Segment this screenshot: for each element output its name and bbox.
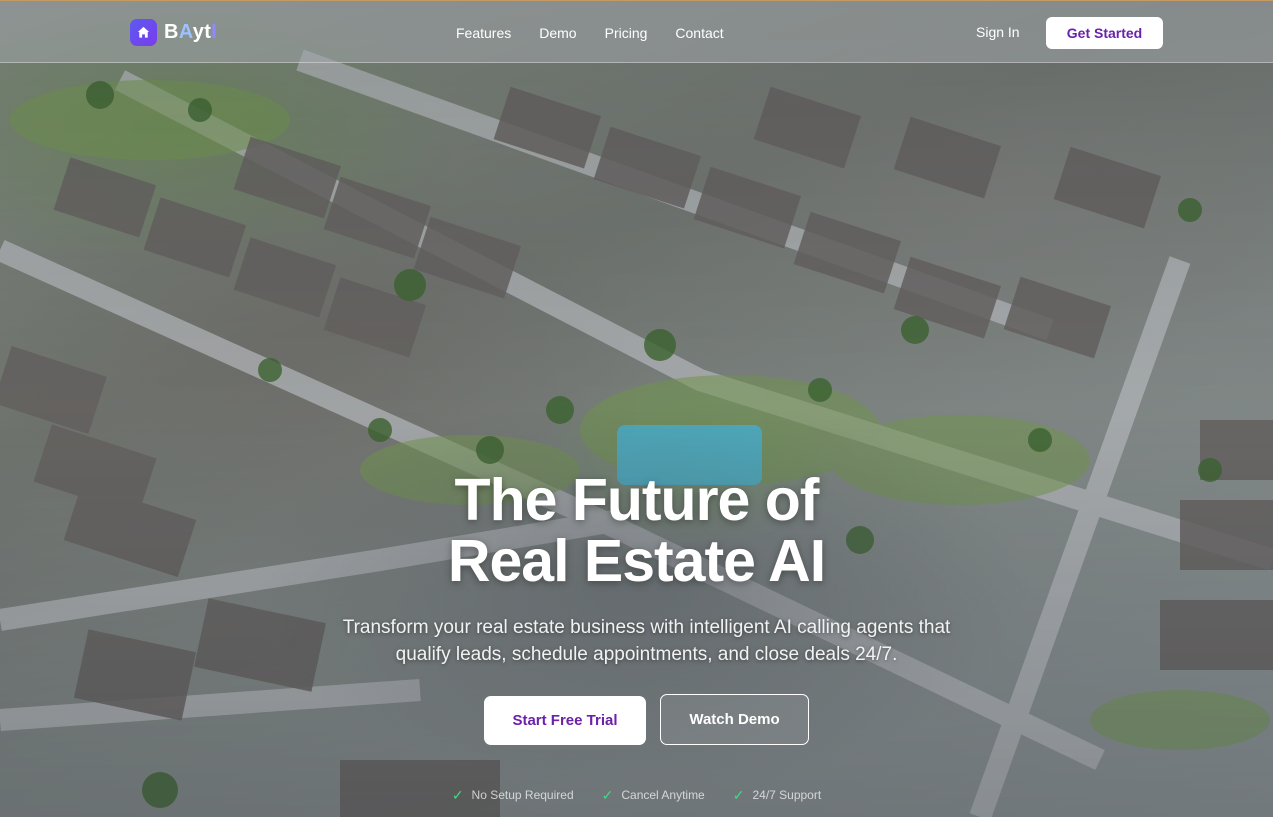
- watch-demo-button[interactable]: Watch Demo: [660, 694, 809, 745]
- nav-link-demo[interactable]: Demo: [539, 25, 576, 41]
- get-started-button[interactable]: Get Started: [1046, 17, 1163, 49]
- nav-links: Features Demo Pricing Contact: [456, 1, 752, 64]
- brand-name-part: A: [178, 21, 193, 43]
- feature-checklist: ✓ No Setup Required ✓ Cancel Anytime ✓ 2…: [0, 788, 1273, 802]
- brand-name-part: I: [211, 21, 218, 43]
- nav-link-contact[interactable]: Contact: [675, 25, 723, 41]
- hero-title-line-2: Real Estate AI: [447, 528, 826, 594]
- nav-link-pricing[interactable]: Pricing: [605, 25, 648, 41]
- check-icon: ✓: [732, 787, 745, 803]
- feature-item: ✓ 24/7 Support: [733, 788, 821, 802]
- check-icon: ✓: [451, 787, 464, 803]
- top-navbar: BAytI Features Demo Pricing Contact Sign…: [0, 0, 1273, 63]
- brand-name-part: yt: [192, 21, 212, 43]
- feature-label: 24/7 Support: [752, 788, 822, 802]
- hero-background-image: [0, 0, 1273, 817]
- check-icon: ✓: [601, 787, 614, 803]
- feature-item: ✓ Cancel Anytime: [602, 788, 705, 802]
- hero-title: The Future of Real Estate AI: [0, 470, 1273, 592]
- nav-link-features[interactable]: Features: [456, 25, 511, 41]
- feature-label: Cancel Anytime: [621, 788, 705, 802]
- brand-name-part: B: [164, 21, 179, 43]
- home-icon: [130, 19, 157, 46]
- feature-item: ✓ No Setup Required: [452, 788, 574, 802]
- start-free-trial-button[interactable]: Start Free Trial: [484, 696, 646, 745]
- sign-in-link[interactable]: Sign In: [976, 24, 1020, 40]
- hero-subtitle: Transform your real estate business with…: [342, 617, 951, 665]
- feature-label: No Setup Required: [471, 788, 574, 802]
- brand-logo[interactable]: BAytI: [130, 19, 217, 46]
- brand-name: BAytI: [164, 21, 217, 44]
- hero-title-line-1: The Future of: [454, 467, 820, 533]
